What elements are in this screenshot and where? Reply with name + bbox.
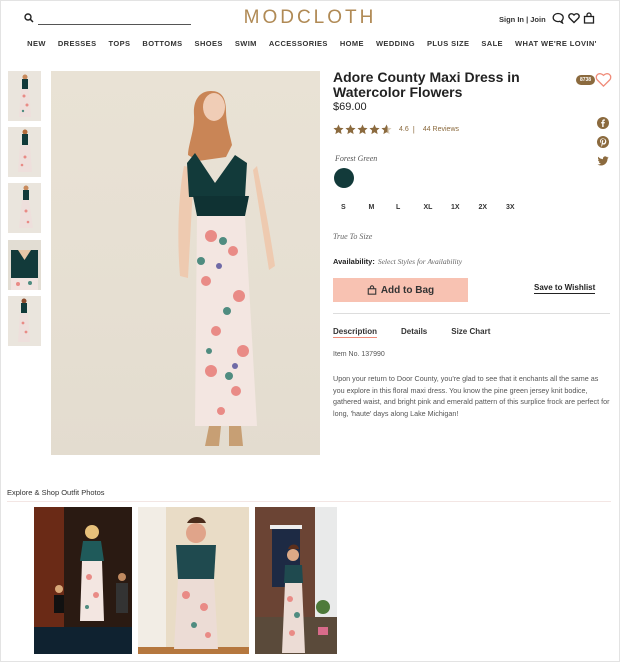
star-rating [333, 124, 392, 135]
availability-label: Availability: [333, 257, 375, 266]
thumbnail-back[interactable] [8, 127, 41, 177]
tab-size-chart[interactable]: Size Chart [451, 327, 490, 338]
product-title: Adore County Maxi Dress in Watercolor Fl… [333, 69, 520, 100]
product-price: $69.00 [333, 101, 367, 113]
thumbnail-side[interactable] [8, 183, 41, 233]
save-to-wishlist-link[interactable]: Save to Wishlist [534, 283, 596, 294]
reviews-link[interactable]: 44 Reviews [423, 126, 459, 133]
rating-value: 4.6 [399, 126, 409, 133]
main-product-photo[interactable] [51, 71, 320, 455]
main-nav: NEW DRESSES TOPS BOTTOMS SHOES SWIM ACCE… [0, 39, 620, 48]
nav-item-sale[interactable]: SALE [481, 39, 503, 48]
size-option-m[interactable]: M [369, 204, 397, 211]
item-number: Item No. 137990 [333, 351, 385, 358]
outfit-section-title: Explore & Shop Outfit Photos [7, 488, 105, 497]
sign-in-join-link[interactable]: Sign In | Join [499, 15, 546, 24]
size-option-l[interactable]: L [396, 204, 424, 211]
product-rating[interactable]: 4.6 | 44 Reviews [333, 124, 459, 135]
size-selector: S M L XL 1X 2X 3X [341, 204, 534, 211]
product-tabs: Description Details Size Chart [333, 327, 490, 338]
nav-item-wedding[interactable]: WEDDING [376, 39, 415, 48]
bag-icon [367, 285, 377, 295]
star-half-icon [381, 124, 392, 135]
facebook-icon[interactable] [597, 117, 609, 129]
nav-item-new[interactable]: NEW [27, 39, 46, 48]
nav-item-bottoms[interactable]: BOTTOMS [142, 39, 182, 48]
nav-item-dresses[interactable]: DRESSES [58, 39, 97, 48]
nav-item-what-were-lovin[interactable]: WHAT WE'RE LOVIN' [515, 39, 597, 48]
size-option-1x[interactable]: 1X [451, 204, 479, 211]
star-icon [369, 124, 380, 135]
nav-item-accessories[interactable]: ACCESSORIES [269, 39, 328, 48]
nav-item-swim[interactable]: SWIM [235, 39, 257, 48]
bag-icon[interactable] [583, 12, 595, 24]
tab-description[interactable]: Description [333, 327, 378, 338]
tab-details[interactable]: Details [401, 327, 427, 338]
nav-item-home[interactable]: HOME [340, 39, 364, 48]
outfit-photo-stage[interactable] [34, 507, 132, 654]
availability: Availability: Select Styles for Availabil… [333, 257, 462, 266]
color-label: Forest Green [335, 154, 378, 163]
favorite-heart-icon[interactable] [595, 71, 612, 88]
size-option-2x[interactable]: 2X [479, 204, 507, 211]
size-option-s[interactable]: S [341, 204, 369, 211]
availability-value: Select Styles for Availability [377, 257, 463, 266]
nav-item-shoes[interactable]: SHOES [195, 39, 223, 48]
twitter-icon[interactable] [597, 155, 609, 167]
rating-separator: | [412, 125, 415, 134]
outfit-photo-bedroom[interactable] [138, 507, 249, 654]
star-icon [333, 124, 344, 135]
thumbnail-front[interactable] [8, 71, 41, 121]
size-option-xl[interactable]: XL [424, 204, 452, 211]
product-description: Upon your return to Door County, you're … [333, 374, 610, 418]
star-icon [345, 124, 356, 135]
size-option-3x[interactable]: 3X [506, 204, 534, 211]
heart-icon[interactable] [568, 12, 580, 24]
fit-info: True To Size [333, 232, 373, 241]
favorite-count-badge: 8738 [576, 75, 595, 85]
outfit-photo-porch[interactable] [255, 507, 337, 654]
add-to-bag-button[interactable]: Add to Bag [333, 278, 468, 302]
color-swatch-forest-green[interactable] [334, 168, 354, 188]
thumbnail-bodice[interactable] [8, 240, 41, 290]
divider [333, 313, 610, 314]
pinterest-icon[interactable] [597, 136, 609, 148]
nav-item-plus-size[interactable]: PLUS SIZE [427, 39, 469, 48]
thumbnail-full[interactable] [8, 296, 41, 346]
divider [7, 501, 611, 502]
chat-icon[interactable] [552, 12, 564, 24]
nav-item-tops[interactable]: TOPS [108, 39, 130, 48]
star-icon [357, 124, 368, 135]
add-to-bag-label: Add to Bag [380, 284, 435, 296]
